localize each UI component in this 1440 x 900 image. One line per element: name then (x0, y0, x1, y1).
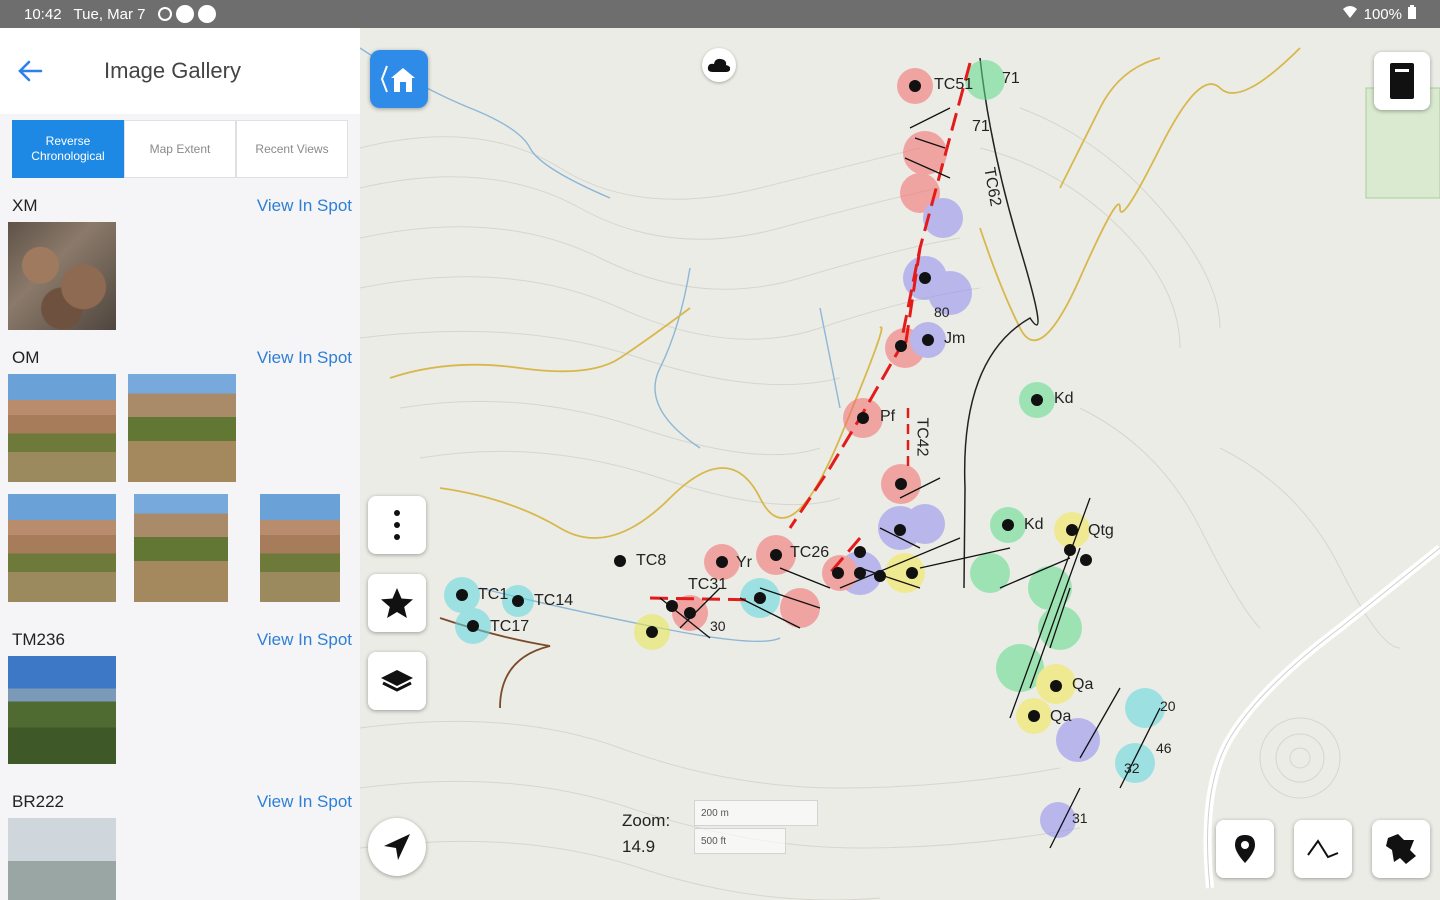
more-vertical-icon (394, 510, 400, 540)
gallery-group-xm: XM View In Spot (0, 178, 360, 330)
scale-bar: 200 m 500 ft (694, 800, 818, 860)
tab-reverse-chronological[interactable]: Reverse Chronological (12, 120, 124, 178)
view-in-spot-link[interactable]: View In Spot (257, 196, 352, 216)
view-in-spot-link[interactable]: View In Spot (257, 630, 352, 650)
group-name: BR222 (12, 792, 64, 811)
spot-label: Qa (1050, 708, 1072, 725)
image-thumbnail[interactable] (8, 818, 116, 900)
zoom-value: 14.9 (622, 837, 656, 856)
notebook-button[interactable] (1374, 52, 1430, 110)
group-name: TM236 (12, 630, 65, 649)
add-point-button[interactable] (1216, 820, 1274, 878)
cloud-sync-button[interactable] (702, 48, 736, 82)
spot-label: Pf (880, 408, 896, 425)
wifi-icon (1342, 5, 1358, 23)
back-button[interactable] (14, 55, 46, 87)
line-tool-icon (1307, 839, 1339, 859)
gallery-group-tm236: TM236 View In Spot (0, 602, 360, 764)
spot-label: 80 (934, 304, 950, 320)
map-view[interactable]: TC51 71 71 TC62 TC42 Pf Kd TC8 TC26 TC31… (360, 28, 1440, 900)
tab-recent-views[interactable]: Recent Views (236, 120, 348, 178)
spot-label: Jm (944, 330, 966, 347)
status-date: Tue, Mar 7 (73, 5, 146, 23)
spot-label: 71 (1002, 70, 1020, 87)
image-thumbnail[interactable] (260, 494, 340, 602)
battery-level: 100% (1363, 5, 1402, 23)
tab-map-extent[interactable]: Map Extent (124, 120, 236, 178)
add-polygon-button[interactable] (1372, 820, 1430, 878)
spot-label: TC8 (636, 552, 667, 569)
arrow-left-icon (18, 60, 43, 82)
my-location-button[interactable] (368, 818, 426, 876)
spot-label: 32 (1124, 760, 1140, 776)
navigation-icon (384, 834, 410, 860)
image-thumbnail[interactable] (134, 494, 228, 602)
group-name: OM (12, 348, 40, 367)
view-in-spot-link[interactable]: View In Spot (257, 792, 352, 812)
image-thumbnail[interactable] (8, 494, 116, 602)
home-icon (380, 65, 415, 93)
scale-metric: 200 m (694, 800, 818, 826)
gallery-header: Image Gallery (0, 28, 360, 114)
notebook-icon (1390, 63, 1414, 99)
image-thumbnail[interactable] (8, 222, 116, 330)
map-layers-button[interactable] (368, 652, 426, 710)
add-line-button[interactable] (1294, 820, 1352, 878)
gallery-group-br222: BR222 View In Spot (0, 764, 360, 900)
spot-label: 20 (1160, 698, 1176, 714)
page-title: Image Gallery (104, 58, 241, 83)
spot-label: Kd (1024, 516, 1044, 533)
cloud-icon (707, 58, 731, 72)
spot-label: 71 (972, 118, 990, 135)
image-gallery-panel: Image Gallery Reverse Chronological Map … (0, 28, 360, 900)
image-thumbnail[interactable] (8, 656, 116, 764)
zoom-label: Zoom: (622, 811, 671, 830)
star-icon (381, 588, 413, 618)
status-time: 10:42 (24, 5, 62, 23)
app-notification-icon (175, 5, 194, 23)
image-thumbnail[interactable] (8, 374, 116, 482)
spot-label: Yr (736, 554, 752, 571)
spot-label: TC31 (688, 576, 728, 593)
topographic-map (360, 47, 1440, 900)
spot-label: 46 (1156, 740, 1172, 756)
view-in-spot-link[interactable]: View In Spot (257, 348, 352, 368)
notification-icons (157, 5, 216, 23)
dnd-icon (157, 7, 172, 21)
spot-label: TC42 (913, 417, 931, 457)
battery-icon (1408, 5, 1416, 23)
favorites-button[interactable] (368, 574, 426, 632)
status-bar: 10:42 Tue, Mar 7 100% (0, 0, 1440, 28)
more-options-button[interactable] (368, 496, 426, 554)
spot-label: 31 (1072, 810, 1088, 826)
spot-label: 30 (710, 618, 726, 634)
spot-label: Qtg (1088, 522, 1114, 539)
spot-label: TC1 (478, 586, 509, 603)
spot-label: TC26 (790, 544, 830, 561)
home-button[interactable] (370, 50, 428, 108)
gallery-group-om: OM View In Spot (0, 330, 360, 602)
spot-label: Kd (1054, 390, 1074, 407)
spot-label: TC17 (490, 618, 530, 635)
spot-label: TC51 (934, 76, 974, 93)
sort-tabs: Reverse Chronological Map Extent Recent … (12, 120, 348, 178)
layers-icon (381, 670, 413, 692)
image-thumbnail[interactable] (128, 374, 236, 482)
group-name: XM (12, 196, 38, 215)
app-notification-icon (197, 5, 216, 23)
map-pin-icon (1235, 835, 1255, 863)
zoom-readout: Zoom: 14.9 (622, 808, 670, 860)
polygon-tool-icon (1386, 834, 1416, 864)
spot-label: Qa (1072, 676, 1094, 693)
spot-label: TC14 (534, 592, 574, 609)
scale-imperial: 500 ft (694, 828, 786, 854)
